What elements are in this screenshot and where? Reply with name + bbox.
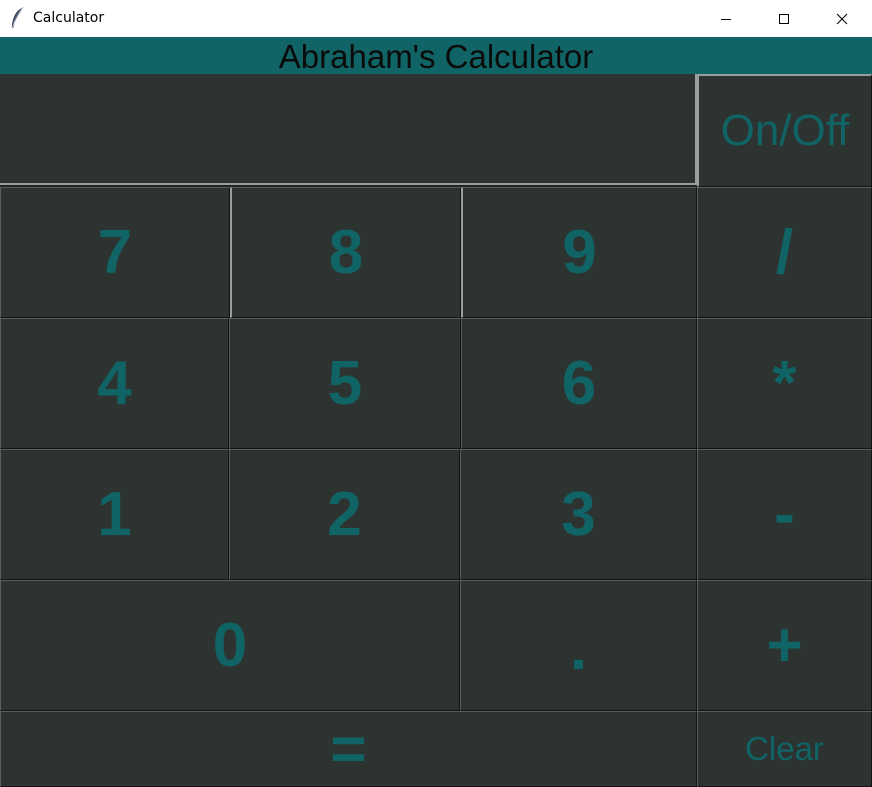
- calculator-display: [0, 74, 697, 185]
- equals-button[interactable]: =: [0, 711, 697, 787]
- subtract-button[interactable]: -: [697, 449, 872, 580]
- minimize-icon: [721, 18, 731, 20]
- calculator-body: On/Off 7 8 9 / 4 5 6 * 1 2 3 - 0 . + = C…: [0, 74, 872, 787]
- clear-button[interactable]: Clear: [697, 711, 872, 787]
- title-bar: Calculator: [0, 0, 872, 37]
- add-button[interactable]: +: [697, 580, 872, 711]
- feather-icon: [11, 7, 24, 28]
- digit-7-button[interactable]: 7: [0, 187, 230, 318]
- digit-8-button[interactable]: 8: [230, 187, 461, 318]
- digit-9-button[interactable]: 9: [461, 187, 697, 318]
- digit-4-button[interactable]: 4: [0, 318, 229, 449]
- maximize-icon: [779, 13, 789, 24]
- calculator-header: Abraham's Calculator: [0, 37, 872, 74]
- digit-6-button[interactable]: 6: [461, 318, 697, 449]
- divide-button[interactable]: /: [697, 187, 872, 318]
- multiply-button[interactable]: *: [697, 318, 872, 449]
- decimal-button[interactable]: .: [460, 580, 697, 711]
- digit-5-button[interactable]: 5: [229, 318, 461, 449]
- calculator-window: Calculator Abraham's Calculator On/Off 7…: [0, 0, 872, 787]
- digit-3-button[interactable]: 3: [460, 449, 697, 580]
- digit-2-button[interactable]: 2: [229, 449, 460, 580]
- close-icon: [836, 13, 848, 24]
- on-off-button[interactable]: On/Off: [697, 74, 872, 187]
- digit-1-button[interactable]: 1: [0, 449, 229, 580]
- close-button[interactable]: [813, 0, 871, 37]
- maximize-button[interactable]: [755, 0, 813, 37]
- minimize-button[interactable]: [697, 0, 755, 37]
- digit-0-button[interactable]: 0: [0, 580, 460, 711]
- window-title: Calculator: [33, 10, 105, 26]
